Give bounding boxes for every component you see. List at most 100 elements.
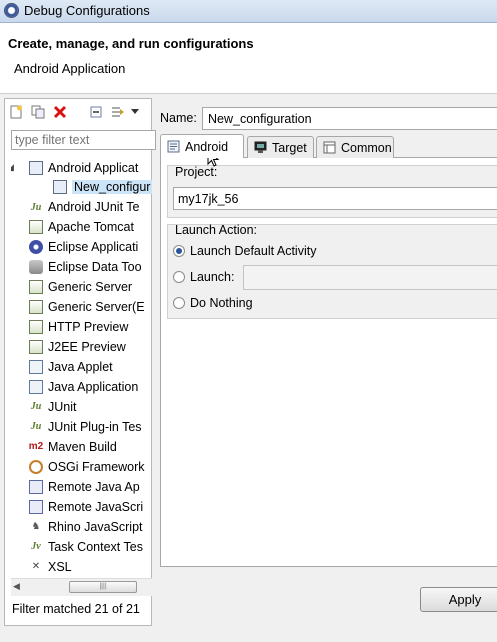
java-app-icon	[29, 379, 43, 394]
tree-item[interactable]: Java Applet	[11, 358, 113, 377]
header-title: Create, manage, and run configurations	[8, 36, 254, 51]
tree-item-label: XSL	[48, 559, 72, 574]
server-icon	[29, 280, 43, 295]
project-field[interactable]	[173, 187, 497, 210]
tree-item-label: Eclipse Applicati	[48, 240, 139, 255]
radio-launch[interactable]: Launch:	[173, 270, 234, 284]
tree-item-label: Java Applet	[48, 360, 113, 374]
tree-horizontal-scrollbar[interactable]: ◀ ||||	[11, 578, 152, 596]
database-icon	[29, 260, 43, 275]
radio-button[interactable]	[173, 297, 185, 309]
apply-button[interactable]: Apply	[420, 587, 497, 612]
tree-item[interactable]: m2 Maven Build	[11, 437, 117, 456]
tree-item[interactable]: J2EE Preview	[11, 338, 126, 357]
radio-button[interactable]	[173, 245, 185, 257]
tree-item-label: JUnit	[48, 399, 77, 414]
name-label: Name:	[160, 111, 197, 125]
tree-item-label: Rhino JavaScript	[48, 519, 143, 534]
dropdown-icon[interactable]	[129, 103, 141, 121]
scroll-thumb[interactable]: ||||	[69, 581, 137, 593]
launch-action-label: Launch Action:	[175, 223, 258, 237]
tree-item-label: HTTP Preview	[48, 320, 129, 335]
tree-item[interactable]: Java Application	[11, 377, 138, 396]
tab-label: Target	[272, 140, 307, 155]
tab-label: Common	[341, 140, 392, 155]
collapse-all-icon[interactable]	[87, 103, 105, 121]
tree-item[interactable]: Apache Tomcat	[11, 218, 134, 237]
tree-item-label: JUnit Plug-in Tes	[48, 419, 142, 434]
tree-item[interactable]: Remote JavaScri	[11, 497, 143, 516]
android-tab-icon	[167, 140, 180, 153]
tree-item-label: Remote Java Ap	[48, 479, 140, 494]
launch-activity-field[interactable]	[243, 265, 497, 290]
tree-item-label: Generic Server(E	[48, 300, 145, 315]
new-config-icon[interactable]	[7, 103, 25, 121]
tree-item-label: Eclipse Data Too	[48, 260, 142, 275]
window-title: Debug Configurations	[24, 3, 150, 18]
tree-item[interactable]: ✕ XSL	[11, 557, 72, 574]
tree-item-label: Maven Build	[48, 439, 117, 454]
tree-item[interactable]: HTTP Preview	[11, 318, 128, 337]
server-icon	[29, 340, 43, 355]
junit-icon: Ju	[30, 201, 42, 213]
dialog-header: Create, manage, and run configurations A…	[0, 23, 497, 94]
target-tab-icon	[254, 141, 267, 154]
tree-item[interactable]: Generic Server	[11, 278, 132, 297]
tab-label: Android	[185, 139, 229, 154]
config-tree[interactable]: ◢ Android Applicat New_configur Ju Android J…	[11, 156, 152, 574]
radio-do-nothing[interactable]: Do Nothing	[173, 296, 253, 310]
remote-js-icon	[29, 499, 43, 514]
delete-icon[interactable]	[51, 103, 69, 121]
xsl-icon: ✕	[31, 561, 41, 572]
tree-item-label: Android JUnit Te	[48, 200, 140, 215]
tree-item[interactable]: Generic Server(E	[11, 298, 145, 317]
tree-item-label: Apache Tomcat	[48, 220, 134, 235]
tree-item[interactable]: Ju JUnit	[11, 397, 77, 416]
filter-icon[interactable]	[109, 103, 127, 121]
radio-label: Launch Default Activity	[190, 244, 317, 258]
tree-item[interactable]: Eclipse Applicati	[11, 238, 138, 257]
android-app-icon	[29, 160, 43, 175]
scroll-left-arrow-icon[interactable]: ◀	[13, 581, 25, 593]
applet-icon	[29, 360, 43, 374]
tree-item-label: Java Application	[48, 379, 139, 394]
radio-launch-default-activity[interactable]: Launch Default Activity	[173, 244, 316, 258]
tab-target[interactable]: Target	[247, 136, 314, 158]
tree-item[interactable]: OSGi Framework	[11, 457, 145, 476]
tree-item-label: OSGi Framework	[48, 459, 145, 474]
tree-item-label: New_configur	[72, 180, 152, 195]
tree-item[interactable]: Ju Android JUnit Te	[11, 198, 140, 217]
tree-item[interactable]: Jv Task Context Tes	[11, 537, 143, 556]
radio-button[interactable]	[173, 271, 185, 283]
tree-item[interactable]: ♞ Rhino JavaScript	[11, 517, 143, 536]
tree-item[interactable]: New_configur	[41, 178, 152, 197]
tree-item-label: Remote JavaScri	[48, 499, 144, 514]
radio-label: Launch:	[190, 270, 235, 284]
header-subtitle: Android Application	[14, 61, 126, 76]
android-config-icon	[53, 180, 67, 195]
server-icon	[29, 300, 43, 315]
tree-item[interactable]: Remote Java Ap	[11, 477, 140, 496]
duplicate-icon[interactable]	[29, 103, 47, 121]
remote-java-icon	[29, 479, 43, 494]
tree-item[interactable]: Eclipse Data Too	[11, 258, 142, 277]
name-field[interactable]	[202, 107, 497, 130]
debug-gear-icon	[4, 3, 19, 18]
filter-input[interactable]	[11, 130, 156, 150]
tab-android[interactable]: Android	[160, 134, 244, 158]
junit-plugin-icon: Ju	[30, 421, 42, 433]
tree-item[interactable]: ◢ Android Applicat	[11, 158, 138, 177]
tab-content-pane	[160, 157, 497, 567]
tree-item-label: Task Context Tes	[48, 539, 143, 554]
tab-common[interactable]: Common	[316, 136, 394, 158]
radio-label: Do Nothing	[190, 296, 253, 310]
server-icon	[29, 320, 43, 335]
tree-item-label: Android Applicat	[48, 160, 139, 175]
task-context-icon: Jv	[31, 541, 41, 553]
tree-item[interactable]: Ju JUnit Plug-in Tes	[11, 417, 142, 436]
expand-triangle-icon[interactable]: ◢	[11, 162, 14, 173]
server-icon	[29, 220, 43, 235]
tree-item-label: J2EE Preview	[48, 340, 126, 355]
osgi-icon	[29, 459, 43, 474]
junit-icon: Ju	[30, 401, 42, 413]
